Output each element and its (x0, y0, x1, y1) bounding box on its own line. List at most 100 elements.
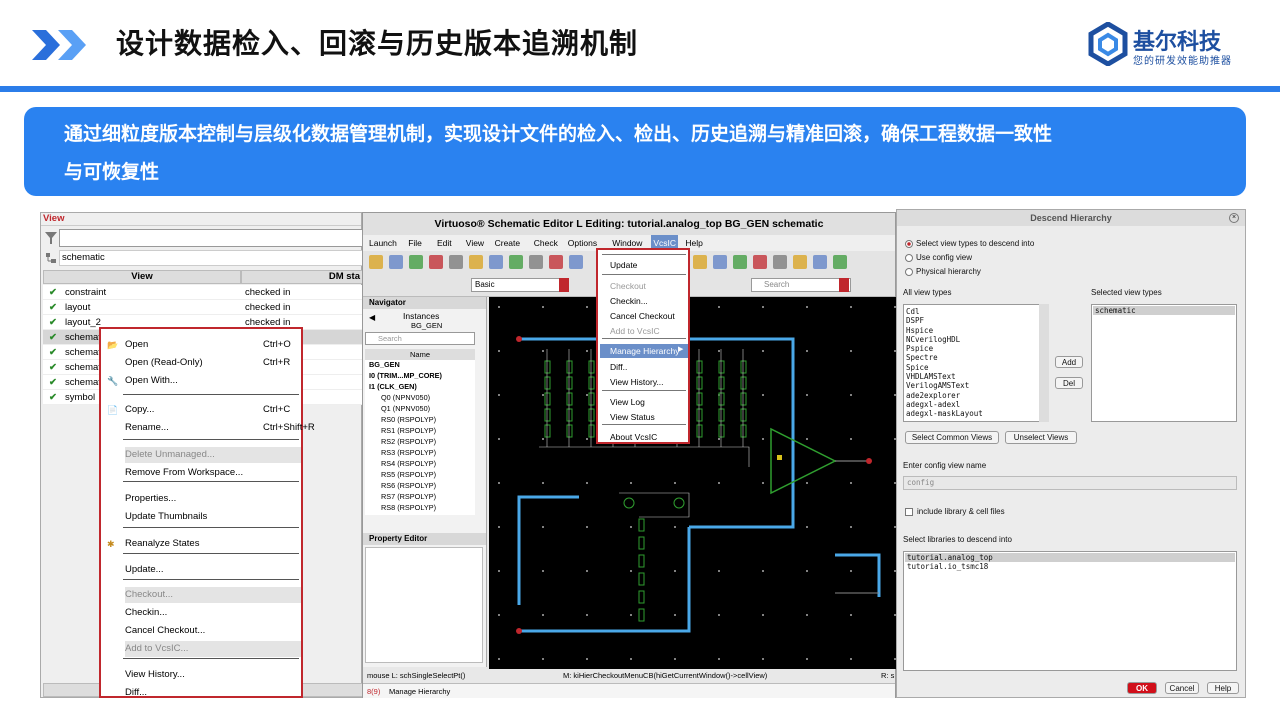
all-view-types-list[interactable]: Cdl DSPF Hspice NCverilogHDL Pspice Spectre Sp… (903, 304, 1049, 422)
list-scrollbar[interactable] (1039, 304, 1049, 422)
vcsic-menu-item[interactable]: Diff.. (610, 360, 627, 374)
vcsic-menu-item[interactable]: View Status (610, 410, 655, 424)
selected-view-types-list[interactable]: schematic (1091, 304, 1237, 422)
instance-item[interactable]: RS2 (RSPOLYP) (381, 437, 436, 446)
view-type-item[interactable]: VHDLAMSText (906, 372, 1046, 381)
instance-item[interactable]: I1 (CLK_GEN) (369, 382, 417, 391)
view-type-item[interactable]: Spice (906, 363, 1046, 372)
toolbar-button-icon[interactable] (469, 255, 483, 269)
radio-button[interactable] (905, 240, 913, 248)
help-button[interactable]: Help (1207, 682, 1239, 694)
instance-item[interactable]: Q0 (NPNV050) (381, 393, 430, 402)
toolbar-button-icon[interactable] (833, 255, 847, 269)
toolbar-button-icon[interactable] (409, 255, 423, 269)
toolbar-button-icon[interactable] (773, 255, 787, 269)
instance-item[interactable]: RS7 (RSPOLYP) (381, 492, 436, 501)
context-menu-item[interactable]: Checkin... (125, 605, 301, 621)
view-type-item[interactable]: NCverilogHDL (906, 335, 1046, 344)
col-view-header[interactable]: View (43, 270, 241, 284)
instance-item[interactable]: RS1 (RSPOLYP) (381, 426, 436, 435)
close-icon[interactable]: × (1229, 213, 1239, 223)
toolbar-button-icon[interactable] (569, 255, 583, 269)
menu-options[interactable]: Options (568, 235, 597, 251)
vcsic-menu-item[interactable]: Update (610, 258, 637, 272)
context-menu-item[interactable]: Open Ctrl+O (125, 337, 301, 353)
toolbar-button-icon[interactable] (529, 255, 543, 269)
view-type-item[interactable]: adegxl-adexl (906, 400, 1046, 409)
instance-item[interactable]: RS4 (RSPOLYP) (381, 459, 436, 468)
menu-file[interactable]: File (408, 235, 422, 251)
instance-item[interactable]: RS5 (RSPOLYP) (381, 470, 436, 479)
context-menu-item[interactable]: Add to VcsIC... (125, 641, 301, 657)
toolbar-button-icon[interactable] (733, 255, 747, 269)
menu-edit[interactable]: Edit (437, 235, 452, 251)
context-menu-item[interactable]: Remove From Workspace... (125, 465, 301, 481)
include-checkbox[interactable] (905, 508, 913, 516)
view-type-item[interactable]: adegxl-maskLayout (906, 409, 1046, 418)
table-row[interactable]: ✔ constraint checked in (43, 285, 363, 300)
context-menu-item[interactable]: Delete Unmanaged... (125, 447, 301, 463)
dropdown-arrow-icon[interactable] (839, 278, 849, 292)
menu-check[interactable]: Check (534, 235, 558, 251)
col-dm-header[interactable]: DM sta (241, 270, 363, 284)
vcsic-menu-item[interactable]: View Log (610, 395, 645, 409)
instance-item[interactable]: RS0 (RSPOLYP) (381, 415, 436, 424)
toolbar-search-input[interactable]: Search (751, 278, 851, 292)
selected-type-item[interactable]: schematic (1093, 306, 1235, 315)
context-menu-item[interactable]: View History... (125, 667, 301, 683)
dropdown-arrow-icon[interactable] (559, 278, 569, 292)
instance-item[interactable]: RS8 (RSPOLYP) (381, 503, 436, 512)
view-type-item[interactable]: Cdl (906, 307, 1046, 316)
menu-launch[interactable]: Launch (369, 235, 397, 251)
library-item[interactable]: tutorial.io_tsmc18 (905, 562, 1235, 571)
radio-button[interactable] (905, 254, 913, 262)
vcsic-menu-item[interactable]: Manage Hierarchy (600, 344, 688, 358)
instance-item[interactable]: Q1 (NPNV050) (381, 404, 430, 413)
context-menu-item[interactable]: Update Thumbnails (125, 509, 301, 525)
toolbar-button-icon[interactable] (693, 255, 707, 269)
view-type-item[interactable]: DSPF (906, 316, 1046, 325)
context-menu-item[interactable]: Reanalyze States (125, 536, 301, 552)
context-menu-item[interactable]: Open With... (125, 373, 301, 389)
back-icon[interactable]: ◀ (369, 313, 375, 322)
context-menu-item[interactable]: Open (Read-Only) Ctrl+R (125, 355, 301, 371)
unselect-views-button[interactable]: Unselect Views (1005, 431, 1077, 444)
del-button[interactable]: Del (1055, 377, 1083, 389)
toolbar-button-icon[interactable] (753, 255, 767, 269)
menu-create[interactable]: Create (495, 235, 521, 251)
view-filter-field[interactable]: schematic (59, 250, 363, 266)
toolbar-button-icon[interactable] (449, 255, 463, 269)
vcsic-menu-item[interactable]: Cancel Checkout (610, 309, 675, 323)
context-menu-item[interactable]: Copy... Ctrl+C (125, 402, 301, 418)
instance-item[interactable]: I0 (TRIM...MP_CORE) (369, 371, 442, 380)
filter-icon[interactable] (45, 232, 57, 244)
context-menu-item[interactable]: Checkout... (125, 587, 301, 603)
vcsic-menu-item[interactable]: Checkout (610, 279, 646, 293)
view-type-item[interactable]: VerilogAMSText (906, 381, 1046, 390)
context-menu-item[interactable]: Properties... (125, 491, 301, 507)
view-type-item[interactable]: Pspice (906, 344, 1046, 353)
radio-button[interactable] (905, 268, 913, 276)
vcsic-menu-item[interactable]: View History... (610, 375, 664, 389)
toolbar-button-icon[interactable] (813, 255, 827, 269)
cancel-button[interactable]: Cancel (1165, 682, 1199, 694)
table-row[interactable]: ✔ layout checked in (43, 300, 363, 315)
context-menu-item[interactable]: Update... (125, 562, 301, 578)
libraries-list[interactable]: tutorial.analog_top tutorial.io_tsmc18 (903, 551, 1237, 671)
toolbar-button-icon[interactable] (369, 255, 383, 269)
context-menu-item[interactable]: Diff... (125, 685, 301, 701)
vcsic-menu-item[interactable]: Add to VcsIC (610, 324, 660, 338)
vcsic-menu-item[interactable]: About VcsIC (610, 430, 657, 444)
toolbar-button-icon[interactable] (389, 255, 403, 269)
palette-select[interactable]: Basic (471, 278, 567, 292)
instance-item[interactable]: BG_GEN (369, 360, 400, 369)
add-button[interactable]: Add (1055, 356, 1083, 368)
instance-item[interactable]: RS6 (RSPOLYP) (381, 481, 436, 490)
toolbar-button-icon[interactable] (489, 255, 503, 269)
view-type-item[interactable]: Spectre (906, 353, 1046, 362)
context-menu-item[interactable]: Rename... Ctrl+Shift+R (125, 420, 315, 436)
library-item[interactable]: tutorial.analog_top (905, 553, 1235, 562)
context-menu-item[interactable]: Cancel Checkout... (125, 623, 301, 639)
schematic-canvas[interactable] (489, 297, 897, 669)
instance-item[interactable]: RS3 (RSPOLYP) (381, 448, 436, 457)
